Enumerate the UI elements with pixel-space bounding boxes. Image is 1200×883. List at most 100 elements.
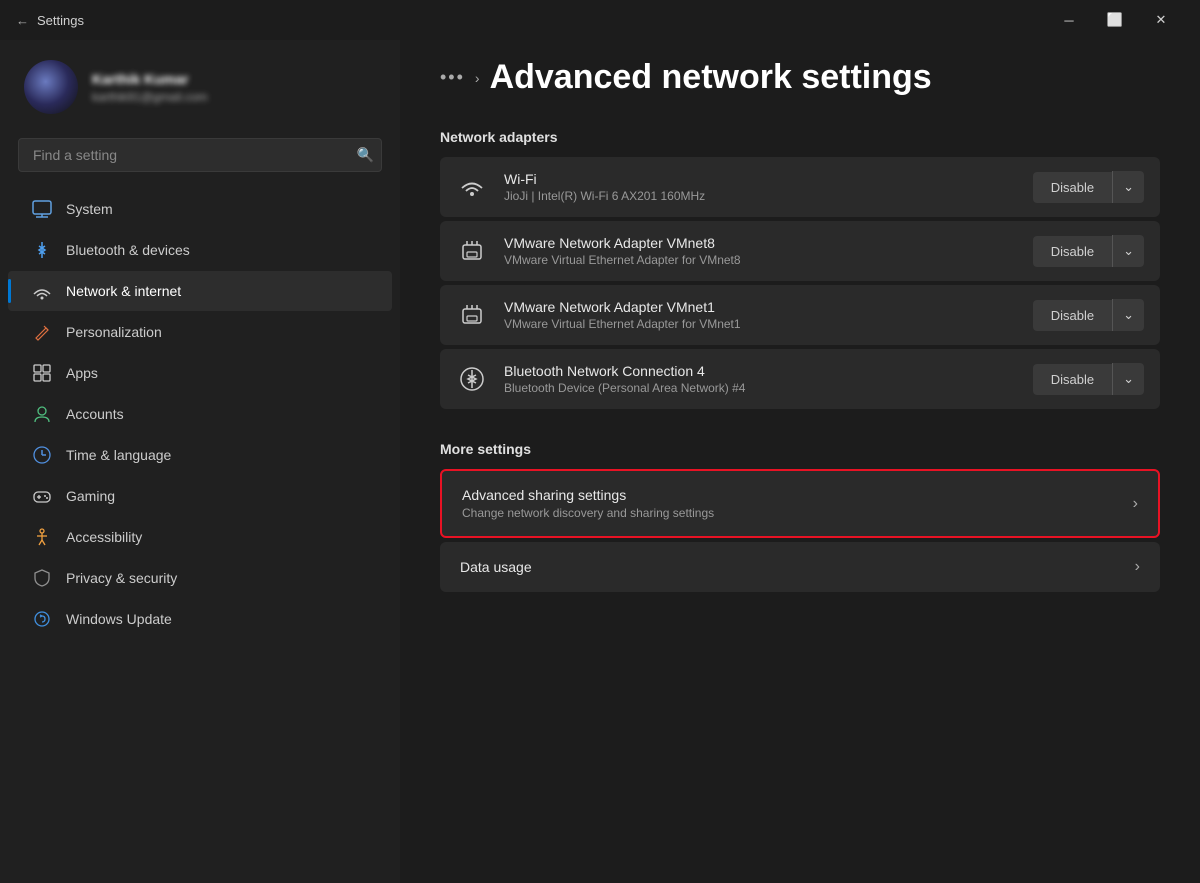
sidebar-item-network[interactable]: Network & internet xyxy=(8,271,392,311)
adapter-desc: VMware Virtual Ethernet Adapter for VMne… xyxy=(504,317,1017,331)
search-button[interactable]: 🔍 xyxy=(357,147,374,164)
expand-button[interactable]: ⌄ xyxy=(1112,299,1144,331)
sidebar-item-label-gaming: Gaming xyxy=(66,488,115,504)
breadcrumb: ••• › Advanced network settings xyxy=(440,40,1160,105)
settings-row-info: Advanced sharing settings Change network… xyxy=(462,487,1133,520)
sidebar-item-label-time: Time & language xyxy=(66,447,171,463)
adapter-item: Bluetooth Network Connection 4 Bluetooth… xyxy=(440,349,1160,409)
sidebar-item-update[interactable]: Windows Update xyxy=(8,599,392,639)
accounts-icon xyxy=(32,404,52,424)
sidebar-item-label-bluetooth: Bluetooth & devices xyxy=(66,242,190,258)
settings-row[interactable]: Advanced sharing settings Change network… xyxy=(440,469,1160,538)
adapter-info: VMware Network Adapter VMnet1 VMware Vir… xyxy=(504,299,1017,331)
more-settings-label: More settings xyxy=(440,441,1160,457)
sidebar-item-privacy[interactable]: Privacy & security xyxy=(8,558,392,598)
user-name: Karthik Kumar xyxy=(92,71,208,87)
privacy-icon xyxy=(32,568,52,588)
disable-button[interactable]: Disable xyxy=(1033,300,1112,331)
sidebar-item-label-accounts: Accounts xyxy=(66,406,124,422)
settings-row-info: Data usage xyxy=(460,559,1135,575)
user-info: Karthik Kumar karthik91@gmail.com xyxy=(92,71,208,104)
adapter-desc: VMware Virtual Ethernet Adapter for VMne… xyxy=(504,253,1017,267)
settings-row-title: Advanced sharing settings xyxy=(462,487,1133,503)
back-icon[interactable]: ← xyxy=(16,13,29,28)
disable-button[interactable]: Disable xyxy=(1033,172,1112,203)
settings-window: ← Settings ─ ⬜ ✕ Karthik Kumar karthik91… xyxy=(0,0,1200,883)
content-area: ••• › Advanced network settings Network … xyxy=(400,40,1200,883)
network-icon xyxy=(32,281,52,301)
sidebar-item-label-apps: Apps xyxy=(66,365,98,381)
sidebar: Karthik Kumar karthik91@gmail.com 🔍 Syst… xyxy=(0,40,400,883)
adapter-list: Wi-Fi JioJi | Intel(R) Wi-Fi 6 AX201 160… xyxy=(440,157,1160,409)
chevron-right-icon: › xyxy=(1135,558,1140,576)
user-section: Karthik Kumar karthik91@gmail.com xyxy=(0,40,400,130)
sidebar-item-time[interactable]: Time & language xyxy=(8,435,392,475)
sidebar-item-accessibility[interactable]: Accessibility xyxy=(8,517,392,557)
sidebar-item-personalization[interactable]: Personalization xyxy=(8,312,392,352)
main-layout: Karthik Kumar karthik91@gmail.com 🔍 Syst… xyxy=(0,40,1200,883)
settings-row-desc: Change network discovery and sharing set… xyxy=(462,506,1133,520)
chevron-right-icon: › xyxy=(1133,495,1138,513)
adapter-info: Wi-Fi JioJi | Intel(R) Wi-Fi 6 AX201 160… xyxy=(504,171,1017,203)
adapter-desc: Bluetooth Device (Personal Area Network)… xyxy=(504,381,1017,395)
adapter-item: VMware Network Adapter VMnet1 VMware Vir… xyxy=(440,285,1160,345)
maximize-button[interactable]: ⬜ xyxy=(1092,5,1138,35)
sidebar-item-label-network: Network & internet xyxy=(66,283,181,299)
settings-row-title: Data usage xyxy=(460,559,1135,575)
sidebar-item-label-update: Windows Update xyxy=(66,611,172,627)
wifi-icon xyxy=(456,171,488,203)
adapter-desc: JioJi | Intel(R) Wi-Fi 6 AX201 160MHz xyxy=(504,189,1017,203)
titlebar-title: Settings xyxy=(37,13,84,28)
sidebar-item-gaming[interactable]: Gaming xyxy=(8,476,392,516)
network-adapters-label: Network adapters xyxy=(440,129,1160,145)
close-button[interactable]: ✕ xyxy=(1138,5,1184,35)
titlebar-left: ← Settings xyxy=(16,13,84,28)
sidebar-item-label-accessibility: Accessibility xyxy=(66,529,142,545)
bluetooth-net-icon xyxy=(456,363,488,395)
personalization-icon xyxy=(32,322,52,342)
titlebar-controls: ─ ⬜ ✕ xyxy=(1046,5,1184,35)
disable-button[interactable]: Disable xyxy=(1033,236,1112,267)
adapter-item: VMware Network Adapter VMnet8 VMware Vir… xyxy=(440,221,1160,281)
system-icon xyxy=(32,199,52,219)
sidebar-item-label-system: System xyxy=(66,201,113,217)
adapter-name: Bluetooth Network Connection 4 xyxy=(504,363,1017,379)
apps-icon xyxy=(32,363,52,383)
search-input[interactable] xyxy=(18,138,382,172)
bluetooth-icon xyxy=(32,240,52,260)
avatar[interactable] xyxy=(24,60,78,114)
sidebar-item-accounts[interactable]: Accounts xyxy=(8,394,392,434)
adapter-actions: Disable ⌄ xyxy=(1033,363,1144,395)
adapter-name: VMware Network Adapter VMnet1 xyxy=(504,299,1017,315)
disable-button[interactable]: Disable xyxy=(1033,364,1112,395)
sidebar-item-label-privacy: Privacy & security xyxy=(66,570,177,586)
expand-button[interactable]: ⌄ xyxy=(1112,363,1144,395)
sidebar-item-apps[interactable]: Apps xyxy=(8,353,392,393)
minimize-button[interactable]: ─ xyxy=(1046,5,1092,35)
user-email: karthik91@gmail.com xyxy=(92,90,208,104)
adapter-actions: Disable ⌄ xyxy=(1033,171,1144,203)
nav-items: System Bluetooth & devices Network & int… xyxy=(0,188,400,883)
breadcrumb-arrow: › xyxy=(475,70,480,86)
adapter-name: VMware Network Adapter VMnet8 xyxy=(504,235,1017,251)
search-box: 🔍 xyxy=(18,138,382,172)
sidebar-item-bluetooth[interactable]: Bluetooth & devices xyxy=(8,230,392,270)
ethernet-icon xyxy=(456,235,488,267)
breadcrumb-dots[interactable]: ••• xyxy=(440,67,465,88)
adapter-actions: Disable ⌄ xyxy=(1033,299,1144,331)
titlebar: ← Settings ─ ⬜ ✕ xyxy=(0,0,1200,40)
ethernet-icon xyxy=(456,299,488,331)
expand-button[interactable]: ⌄ xyxy=(1112,171,1144,203)
sidebar-item-system[interactable]: System xyxy=(8,189,392,229)
accessibility-icon xyxy=(32,527,52,547)
adapter-item: Wi-Fi JioJi | Intel(R) Wi-Fi 6 AX201 160… xyxy=(440,157,1160,217)
adapter-actions: Disable ⌄ xyxy=(1033,235,1144,267)
expand-button[interactable]: ⌄ xyxy=(1112,235,1144,267)
update-icon xyxy=(32,609,52,629)
time-icon xyxy=(32,445,52,465)
settings-row[interactable]: Data usage › xyxy=(440,542,1160,592)
sidebar-item-label-personalization: Personalization xyxy=(66,324,162,340)
more-settings-list: Advanced sharing settings Change network… xyxy=(440,469,1160,592)
adapter-info: VMware Network Adapter VMnet8 VMware Vir… xyxy=(504,235,1017,267)
gaming-icon xyxy=(32,486,52,506)
